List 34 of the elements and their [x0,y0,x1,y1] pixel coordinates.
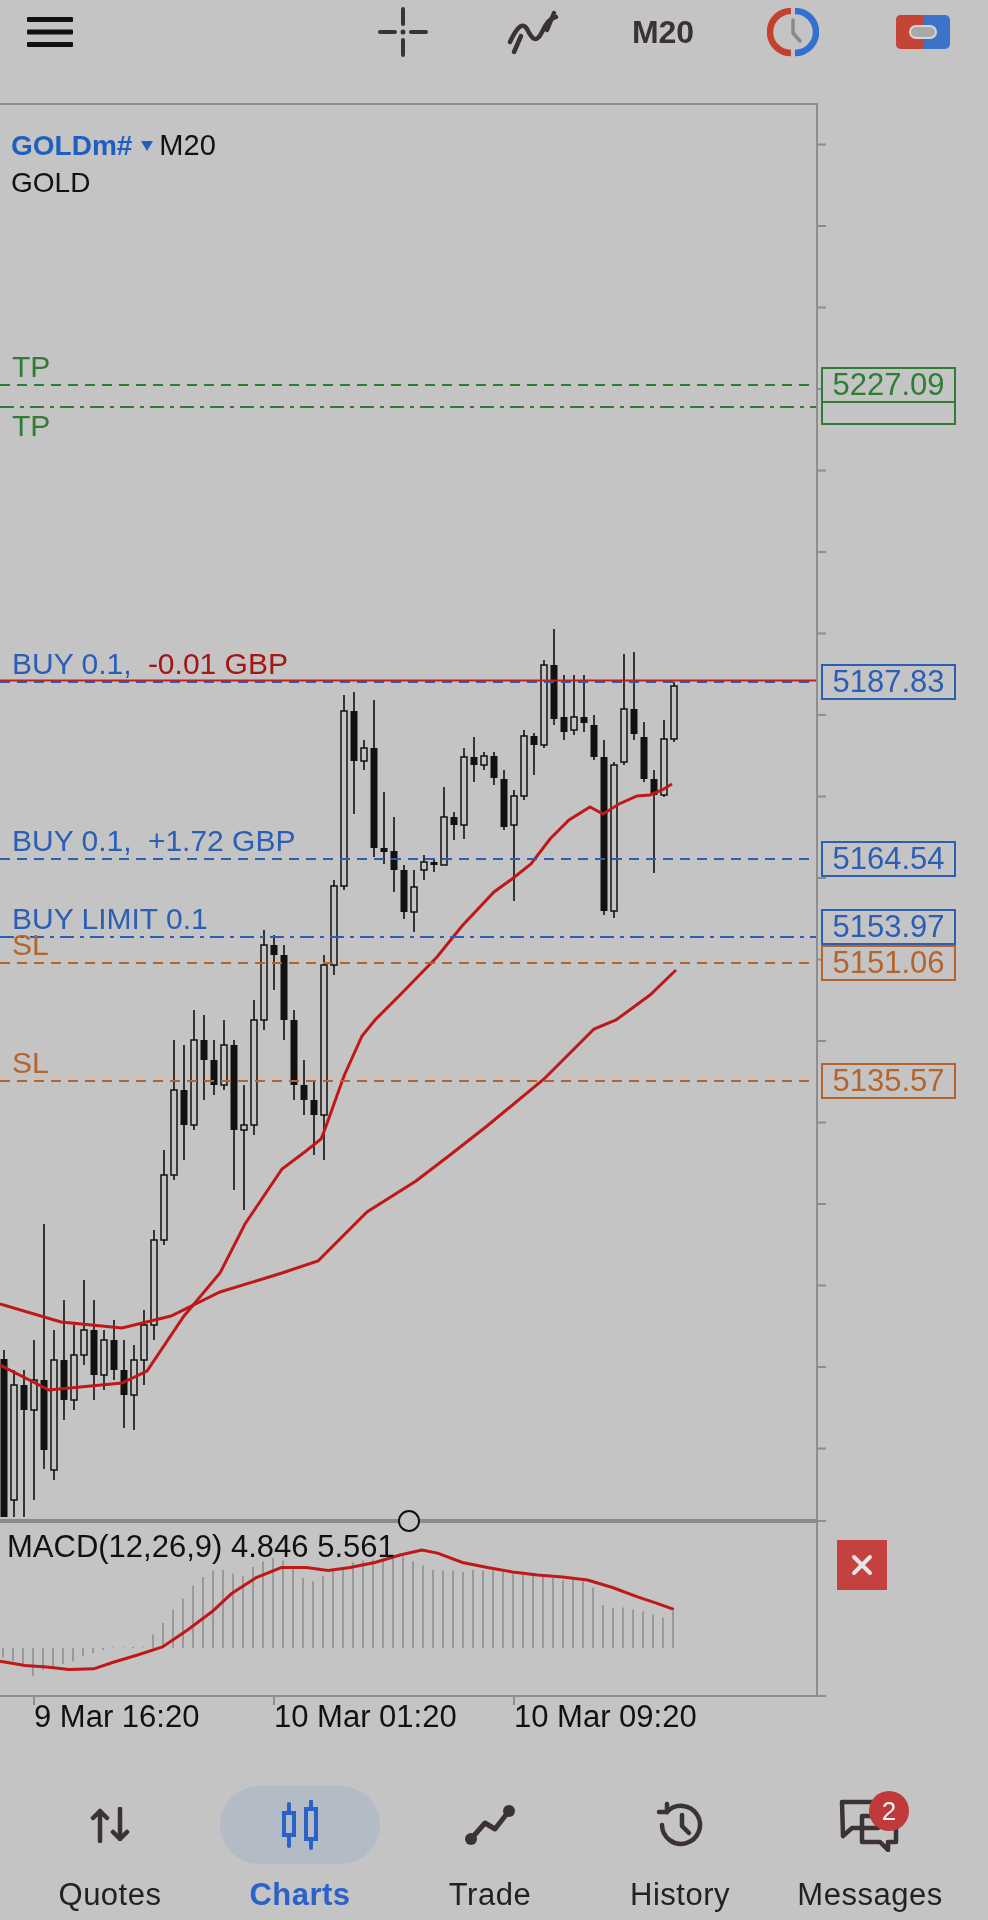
time-label: 10 Mar 01:20 [274,1699,457,1735]
clock-icon[interactable] [767,6,819,58]
nav-tab[interactable]: Messages 2 [775,1786,965,1920]
crosshair-icon[interactable] [378,7,428,57]
price-tag: 5153.97 [821,909,956,945]
line-chart-icon [464,1804,516,1846]
caret-icon[interactable] [141,140,154,151]
price-tag: 5135.57 [821,1063,956,1099]
take-profit-label: TP [12,410,51,442]
price-tag: 5227.09 [821,367,956,403]
indicator-label: MACD(12,26,9) 4.846 5.561 [7,1529,395,1565]
curve-icon[interactable] [506,9,560,55]
close-icon [851,1554,873,1576]
unread-badge: 2 [869,1791,909,1831]
nav-tab[interactable]: Trade [395,1786,585,1920]
resize-handle[interactable] [398,1510,420,1532]
timeframe-button[interactable]: M20 [631,16,695,48]
timeframe-label: M20 [159,128,216,163]
symbol-description: GOLD [11,166,91,200]
price-tag: 5151.06 [821,945,956,981]
position-label: BUY 0.1, -0.01 GBP [12,648,288,680]
take-profit-label: TP [12,351,51,383]
price-tag: 5164.54 [821,841,956,877]
arrows-up-down-icon [90,1807,130,1843]
price-tag: 5187.83 [821,664,956,700]
nav-tab[interactable]: History [585,1786,775,1920]
time-label: 9 Mar 16:20 [34,1699,200,1735]
stop-loss-label: SL [12,1047,49,1079]
menu-icon[interactable] [27,17,73,47]
close-button[interactable] [837,1540,887,1590]
time-label: 10 Mar 09:20 [514,1699,697,1735]
nav-tab[interactable]: Quotes [15,1786,205,1920]
position-label: BUY 0.1, +1.72 GBP [12,825,296,857]
toggle-icon[interactable] [896,15,950,49]
